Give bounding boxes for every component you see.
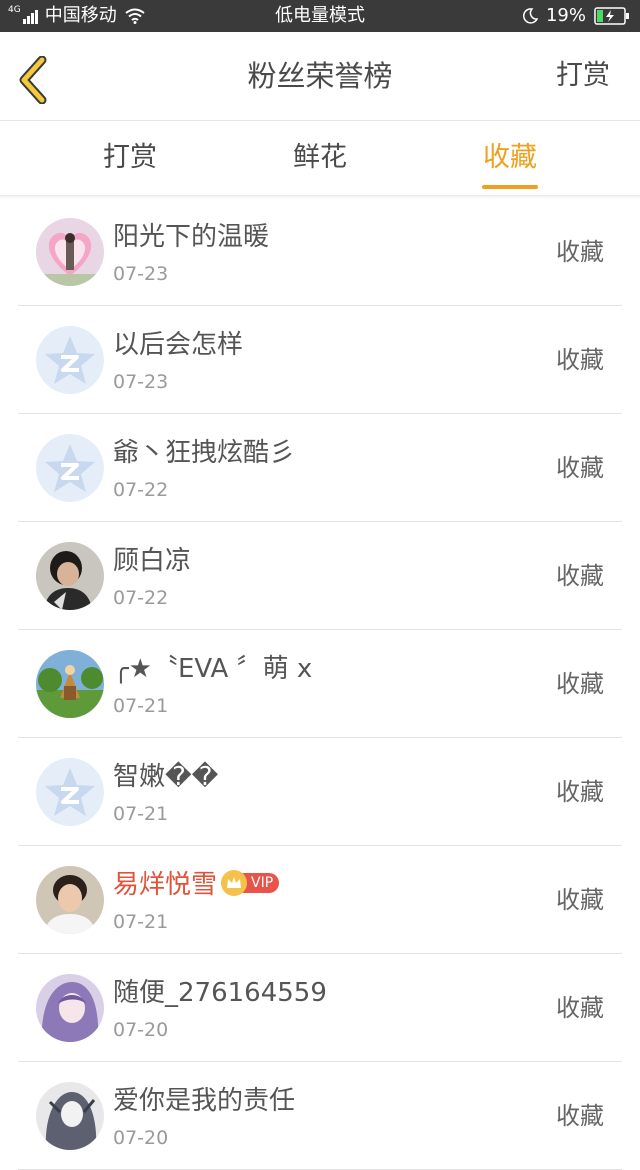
list-item[interactable]: 阳光下的温暖 07-23 收藏 [0, 198, 640, 306]
user-photo-icon [36, 218, 104, 286]
user-photo-icon [36, 1082, 104, 1150]
tab-reward[interactable]: 打赏 [70, 121, 190, 195]
user-photo-icon [36, 866, 104, 934]
user-name: 易烊悦雪 [113, 870, 218, 900]
default-avatar-star-icon [36, 326, 104, 394]
battery-percent: 19% [545, 5, 586, 26]
nav-header: 粉丝荣誉榜 打赏 [0, 32, 640, 121]
list-item[interactable]: 爱你是我的责任 07-20 收藏 [0, 1062, 640, 1170]
reward-button[interactable]: 打赏 [556, 32, 610, 120]
favorite-date: 07-21 [113, 803, 169, 825]
avatar[interactable] [36, 974, 104, 1042]
list-item[interactable]: 智嫩�� 07-21 收藏 [0, 738, 640, 846]
user-name: 爱你是我的责任 [113, 1086, 296, 1116]
tab-favorites[interactable]: 收藏 [450, 121, 570, 195]
favorite-date: 07-23 [113, 371, 169, 393]
favorite-label: 收藏 [556, 886, 604, 914]
list-item[interactable]: 顾白凉 07-22 收藏 [0, 522, 640, 630]
list-item[interactable]: 易烊悦雪 VIP 07-21 收藏 [0, 846, 640, 954]
favorite-label: 收藏 [556, 562, 604, 590]
user-name-vip: 易烊悦雪 VIP [113, 864, 280, 901]
default-avatar-star-icon [36, 434, 104, 502]
tab-favorites-label: 收藏 [483, 142, 537, 173]
avatar[interactable] [36, 542, 104, 610]
favorite-date: 07-20 [113, 1019, 169, 1041]
vip-badge: VIP [221, 869, 280, 896]
tab-bar: 打赏 鲜花 收藏 [0, 121, 640, 196]
list-item[interactable]: ╭★〝EVA 〞萌 x 07-21 收藏 [0, 630, 640, 738]
user-photo-icon [36, 974, 104, 1042]
user-name: 顾白凉 [113, 546, 192, 576]
crown-icon [221, 869, 248, 896]
favorite-label: 收藏 [556, 238, 604, 266]
favorite-date: 07-20 [113, 1127, 169, 1149]
user-photo-icon [36, 650, 104, 718]
user-name: 以后会怎样 [113, 330, 244, 360]
avatar[interactable] [36, 218, 104, 286]
favorite-label: 收藏 [556, 778, 604, 806]
default-avatar-star-icon [36, 758, 104, 826]
user-name: 智嫩�� [113, 762, 219, 792]
user-photo-icon [36, 542, 104, 610]
user-name: 阳光下的温暖 [113, 222, 270, 252]
favorite-date: 07-22 [113, 587, 169, 609]
list-item[interactable]: 随便_276164559 07-20 收藏 [0, 954, 640, 1062]
avatar[interactable] [36, 758, 104, 826]
favorite-label: 收藏 [556, 994, 604, 1022]
list-item[interactable]: 以后会怎样 07-23 收藏 [0, 306, 640, 414]
favorite-date: 07-21 [113, 911, 169, 933]
favorite-date: 07-23 [113, 263, 169, 285]
user-name: 随便_276164559 [113, 978, 327, 1008]
avatar[interactable] [36, 1082, 104, 1150]
favorite-date: 07-21 [113, 695, 169, 717]
favorite-date: 07-22 [113, 479, 169, 501]
avatar[interactable] [36, 650, 104, 718]
favorite-label: 收藏 [556, 670, 604, 698]
user-name: ╭★〝EVA 〞萌 x [113, 654, 313, 684]
avatar[interactable] [36, 866, 104, 934]
list-item[interactable]: 爺丶狂拽炫酷彡 07-22 收藏 [0, 414, 640, 522]
avatar[interactable] [36, 434, 104, 502]
status-right: 19% [522, 0, 630, 32]
page-title: 粉丝荣誉榜 [247, 59, 393, 93]
favorite-label: 收藏 [556, 346, 604, 374]
fan-list: 阳光下的温暖 07-23 收藏 以后会怎样 07-23 收藏 爺丶狂拽炫酷彡 0… [0, 198, 640, 1170]
avatar[interactable] [36, 326, 104, 394]
status-bar: 4G 中国移动 低电量模式 19% [0, 0, 640, 32]
tab-flowers[interactable]: 鲜花 [260, 121, 380, 195]
active-tab-indicator [482, 185, 538, 189]
battery-charging-icon [594, 7, 629, 25]
favorite-label: 收藏 [556, 454, 604, 482]
user-name: 爺丶狂拽炫酷彡 [113, 438, 296, 468]
moon-icon [522, 8, 538, 24]
favorite-label: 收藏 [556, 1102, 604, 1130]
